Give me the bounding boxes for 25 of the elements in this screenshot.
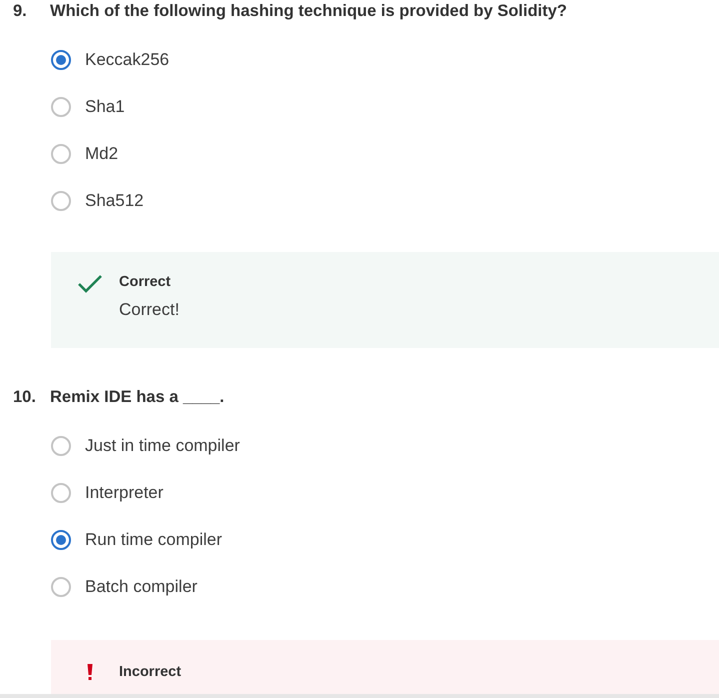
radio-button[interactable]: [51, 97, 71, 117]
question-number: 10.: [12, 388, 37, 407]
question-number: 9.: [12, 2, 28, 21]
option-label: Keccak256: [85, 50, 170, 70]
option-label: Md2: [85, 144, 118, 164]
radio-button[interactable]: [51, 144, 71, 164]
option-label: Run time compiler: [85, 530, 222, 550]
feedback-title: Correct: [119, 274, 172, 290]
radio-button[interactable]: [51, 436, 71, 456]
option-label: Just in time compiler: [85, 436, 240, 456]
question-text: Which of the following hashing technique is provided by Solidity?: [50, 2, 568, 21]
radio-button[interactable]: [51, 483, 71, 503]
feedback-title: Incorrect: [119, 664, 182, 680]
radio-button[interactable]: [51, 50, 71, 70]
radio-button[interactable]: [51, 530, 71, 550]
checkmark-icon: [77, 274, 103, 294]
option-label: Sha512: [85, 191, 144, 211]
radio-button[interactable]: [51, 191, 71, 211]
question-text: Remix IDE has a ____.: [50, 388, 224, 407]
feedback-message: Correct!: [119, 300, 180, 320]
radio-button[interactable]: [51, 577, 71, 597]
option-label: Sha1: [85, 97, 125, 117]
option-label: Batch compiler: [85, 577, 198, 597]
exclamation-icon: [87, 664, 93, 680]
option-label: Interpreter: [85, 483, 164, 503]
